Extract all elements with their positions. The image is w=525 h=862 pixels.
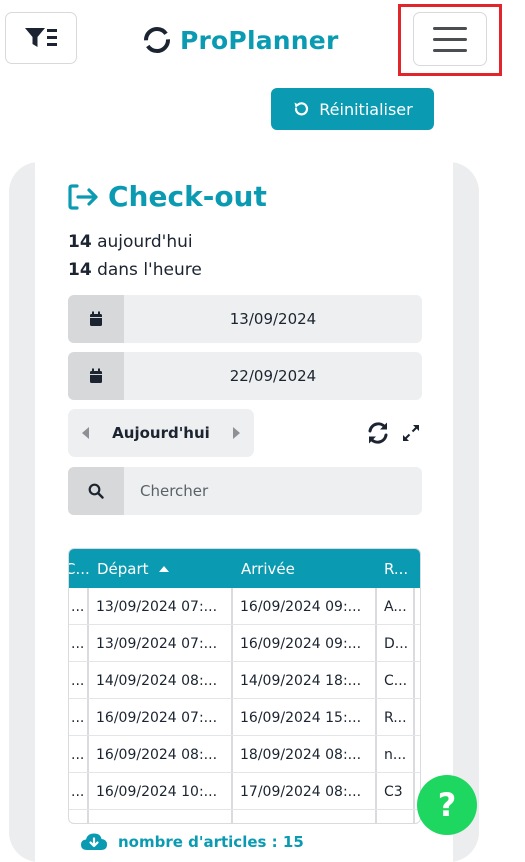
- calendar-icon: [68, 295, 124, 343]
- filter-toggle-button[interactable]: [5, 12, 77, 64]
- reset-label: Réinitialiser: [319, 99, 413, 119]
- item-count-text: nombre d'articles : 15: [118, 833, 304, 851]
- hamburger-menu-button[interactable]: [413, 12, 487, 66]
- reset-button[interactable]: Réinitialiser: [271, 88, 434, 130]
- stat-today: 14 aujourd'hui: [68, 232, 193, 252]
- calendar-icon: [68, 352, 124, 400]
- table-row[interactable]: ... 16/09/2024 07:... 16/09/2024 15:... …: [69, 699, 420, 736]
- table-row[interactable]: ... 13/09/2024 07:... 16/09/2024 09:... …: [69, 588, 420, 625]
- cloud-download-icon: [81, 833, 107, 850]
- footer-count[interactable]: nombre d'articles : 15: [80, 832, 304, 852]
- refresh-icon[interactable]: [365, 420, 391, 446]
- expand-icon[interactable]: [401, 423, 421, 443]
- stat-today-label: aujourd'hui: [97, 232, 193, 252]
- logo-ring-icon: [144, 27, 170, 53]
- date-from-value: 13/09/2024: [229, 310, 317, 328]
- app-logo: ProPlanner: [142, 18, 338, 62]
- table-row[interactable]: ... 16/09/2024 08:... 18/09/2024 08:... …: [69, 736, 420, 773]
- search-input[interactable]: Chercher: [68, 467, 422, 515]
- hamburger-line-icon: [433, 26, 467, 30]
- period-navigator: Aujourd'hui: [68, 409, 254, 457]
- page-title-text: Check-out: [108, 180, 267, 213]
- stat-hour-label: dans l'heure: [97, 260, 202, 280]
- page-title: Check-out: [68, 180, 267, 213]
- previous-period-icon[interactable]: [82, 427, 89, 439]
- checkout-table: C... Départ Arrivée R... ... 13/09/2024 …: [68, 548, 421, 824]
- date-to-field[interactable]: 22/09/2024: [68, 352, 422, 400]
- help-label: ?: [437, 786, 457, 824]
- help-button[interactable]: ?: [417, 775, 477, 835]
- table-row[interactable]: ... 13/09/2024 07:... 16/09/2024 09:... …: [69, 625, 420, 662]
- search-placeholder: Chercher: [140, 482, 209, 500]
- filter-icon: [25, 28, 57, 47]
- date-from-field[interactable]: 13/09/2024: [68, 295, 422, 343]
- table-row[interactable]: ... 16/09/2024 10:... 17/09/2024 08:... …: [69, 773, 420, 810]
- date-to-value: 22/09/2024: [229, 367, 317, 385]
- search-icon: [68, 467, 124, 515]
- hamburger-line-icon: [433, 48, 467, 52]
- period-label[interactable]: Aujourd'hui: [112, 424, 210, 442]
- column-header-depart[interactable]: Départ: [97, 549, 237, 588]
- hamburger-line-icon: [433, 37, 467, 41]
- column-header-r[interactable]: R...: [384, 549, 420, 588]
- stat-hour-count: 14: [68, 260, 92, 280]
- logo-text: ProPlanner: [180, 25, 339, 55]
- stat-today-count: 14: [68, 232, 92, 252]
- next-period-icon[interactable]: [232, 427, 240, 439]
- column-header-arrivee[interactable]: Arrivée: [241, 549, 381, 588]
- column-header-c[interactable]: C...: [69, 549, 91, 588]
- sign-out-icon: [68, 183, 98, 210]
- top-bar: ProPlanner: [0, 0, 525, 80]
- table-row[interactable]: ... 14/09/2024 08:... 14/09/2024 18:... …: [69, 662, 420, 699]
- table-header: C... Départ Arrivée R...: [69, 549, 420, 588]
- undo-icon: [294, 102, 309, 116]
- sort-ascending-icon: [158, 565, 169, 572]
- stat-hour: 14 dans l'heure: [68, 260, 202, 280]
